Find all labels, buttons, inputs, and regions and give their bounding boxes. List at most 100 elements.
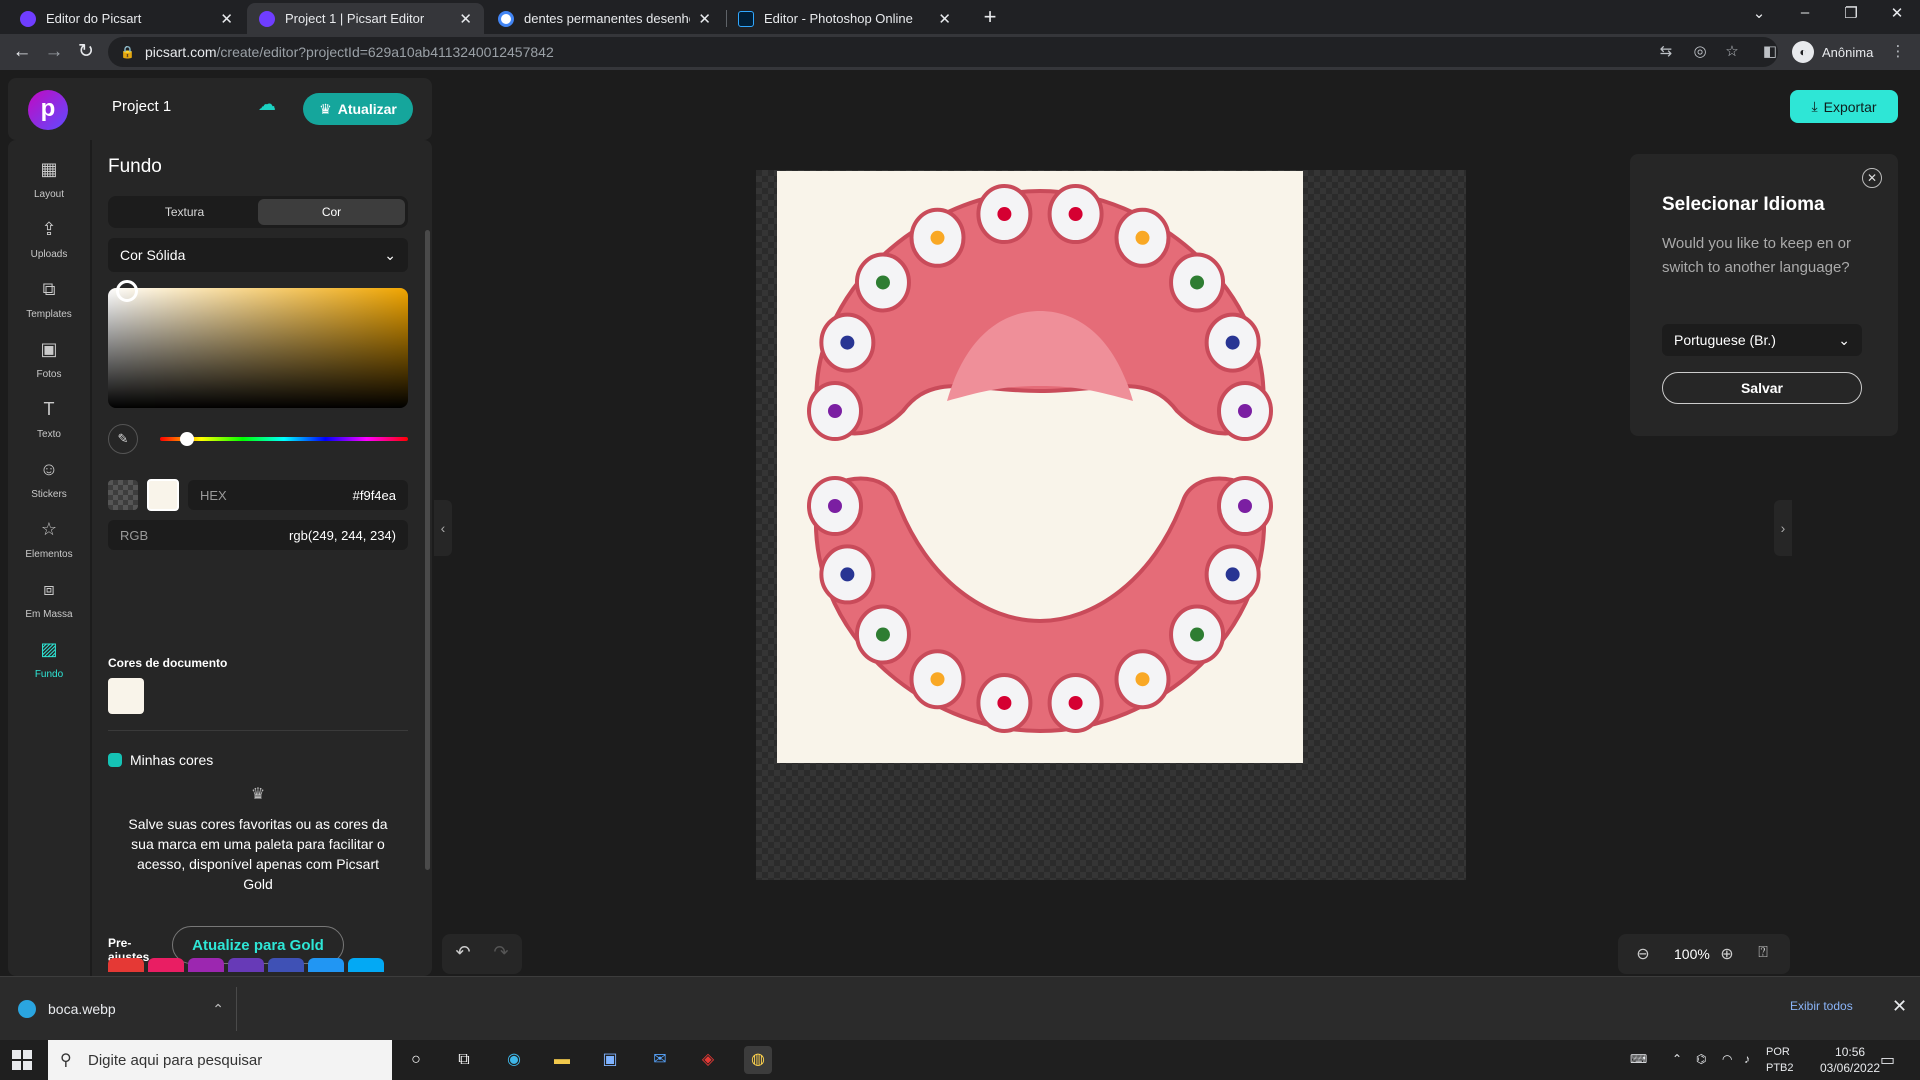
rgb-value[interactable]: rgb(249, 244, 234) bbox=[289, 528, 396, 543]
reload-icon[interactable]: ↻ bbox=[74, 41, 98, 65]
transparent-swatch[interactable] bbox=[108, 480, 138, 510]
tab-texture[interactable]: Textura bbox=[111, 199, 258, 225]
collapse-panel-button[interactable]: ‹ bbox=[434, 500, 452, 556]
show-all-downloads-link[interactable]: Exibir todos bbox=[1790, 999, 1853, 1013]
hex-value[interactable]: #f9f4ea bbox=[353, 488, 396, 503]
windows-start-icon[interactable] bbox=[12, 1050, 32, 1070]
task-view-icon[interactable]: ⧉ bbox=[450, 1046, 478, 1074]
zoom-level[interactable]: 100% bbox=[1674, 946, 1710, 962]
close-tab-icon[interactable]: ✕ bbox=[698, 10, 711, 28]
preset-color-swatch[interactable] bbox=[228, 958, 264, 972]
sidebar-item-text[interactable]: T Texto bbox=[8, 392, 90, 448]
sidebar-item-layout[interactable]: ▦ Layout bbox=[8, 152, 90, 208]
volume-icon[interactable]: ♪ bbox=[1744, 1052, 1750, 1066]
picsart-logo[interactable]: p bbox=[28, 90, 68, 130]
cloud-saved-icon: ☁ bbox=[258, 94, 276, 114]
sidebar-item-uploads[interactable]: ⇪ Uploads bbox=[8, 212, 90, 268]
taskbar-clock[interactable]: 10:56 03/06/2022 bbox=[1820, 1044, 1880, 1076]
cortana-icon[interactable]: ○ bbox=[402, 1046, 430, 1074]
tray-chevron-icon[interactable]: ⌃ bbox=[1672, 1052, 1682, 1066]
artboard[interactable] bbox=[777, 171, 1303, 763]
keyboard-icon[interactable]: ⌨ bbox=[1630, 1052, 1647, 1066]
zoom-out-icon[interactable]: ⊖ bbox=[1632, 944, 1654, 966]
address-bar[interactable]: 🔒 picsart.com/create/editor?projectId=62… bbox=[108, 37, 1778, 67]
hue-slider[interactable] bbox=[160, 432, 408, 446]
url-path: /create/editor?projectId=629a10ab4113240… bbox=[216, 44, 554, 60]
undo-icon[interactable]: ↶ bbox=[448, 942, 478, 966]
picsart-editor: p Project 1 ☁ ♛ Atualizar ⤓ Exportar ▦ L… bbox=[0, 70, 1920, 976]
browser-tab[interactable]: Editor do Picsart ✕ bbox=[8, 3, 245, 34]
panel-scrollbar[interactable] bbox=[425, 230, 430, 870]
language-save-button[interactable]: Salvar bbox=[1662, 372, 1862, 404]
translate-icon[interactable]: ⇆ bbox=[1656, 42, 1676, 62]
language-select[interactable]: Portuguese (Br.) ⌄ bbox=[1662, 324, 1862, 356]
store-icon[interactable]: ▣ bbox=[596, 1046, 624, 1074]
current-color-swatch[interactable] bbox=[147, 479, 179, 511]
download-item[interactable]: boca.webp ⌃ bbox=[12, 991, 236, 1027]
tab-color[interactable]: Cor bbox=[258, 199, 405, 225]
sidebar-item-label: Em Massa bbox=[25, 609, 73, 620]
fill-type-dropdown[interactable]: Cor Sólida ⌄ bbox=[108, 238, 408, 272]
profile-button[interactable]: ◐ Anônima bbox=[1792, 41, 1873, 63]
eyedropper-icon[interactable]: ✎ bbox=[108, 424, 138, 454]
new-tab-button[interactable]: + bbox=[978, 6, 1002, 30]
preset-color-swatch[interactable] bbox=[268, 958, 304, 972]
browser-tab[interactable]: Editor - Photoshop Online ✕ bbox=[726, 3, 963, 34]
zoom-in-icon[interactable]: ⊕ bbox=[1716, 944, 1738, 966]
project-name[interactable]: Project 1 bbox=[112, 98, 171, 115]
taskbar-search[interactable]: ⚲ Digite aqui para pesquisar bbox=[48, 1040, 392, 1080]
restore-button[interactable]: ❐ bbox=[1836, 4, 1866, 28]
hue-slider-handle[interactable] bbox=[180, 432, 194, 446]
edge-icon[interactable]: ◉ bbox=[500, 1046, 528, 1074]
notifications-icon[interactable]: ▭ bbox=[1880, 1050, 1895, 1070]
hex-field[interactable]: HEX #f9f4ea bbox=[188, 480, 408, 510]
network-icon[interactable]: ⌬ bbox=[1696, 1052, 1706, 1066]
export-button[interactable]: ⤓ Exportar bbox=[1790, 90, 1898, 123]
preset-color-swatch[interactable] bbox=[348, 958, 384, 972]
chrome-icon[interactable]: ◍ bbox=[744, 1046, 772, 1074]
help-icon[interactable]: ⍰ bbox=[1752, 944, 1774, 966]
color-picker-handle[interactable] bbox=[116, 280, 138, 302]
preset-color-swatch[interactable] bbox=[188, 958, 224, 972]
eye-off-icon[interactable]: ◎ bbox=[1690, 42, 1710, 62]
sidebar-item-batch[interactable]: ⧈ Em Massa bbox=[8, 572, 90, 628]
close-icon[interactable]: ✕ bbox=[1862, 168, 1882, 188]
my-colors-header[interactable]: Minhas cores bbox=[108, 752, 213, 768]
dental-arch-illustration[interactable] bbox=[777, 171, 1303, 763]
preset-color-swatch[interactable] bbox=[108, 958, 144, 972]
bookmark-star-icon[interactable]: ☆ bbox=[1722, 42, 1742, 62]
browser-tab[interactable]: dentes permanentes desenho pr… ✕ bbox=[486, 3, 723, 34]
document-color-swatch[interactable] bbox=[108, 678, 144, 714]
file-explorer-icon[interactable]: ▬ bbox=[548, 1046, 576, 1074]
preset-color-swatch[interactable] bbox=[148, 958, 184, 972]
side-panel-icon[interactable]: ◧ bbox=[1760, 42, 1780, 62]
upgrade-button[interactable]: ♛ Atualizar bbox=[303, 93, 413, 125]
rgb-field[interactable]: RGB rgb(249, 244, 234) bbox=[108, 520, 408, 550]
close-tab-icon[interactable]: ✕ bbox=[459, 10, 472, 28]
saturation-value-picker[interactable] bbox=[108, 280, 408, 408]
sidebar-item-background[interactable]: ▨ Fundo bbox=[8, 632, 90, 688]
browser-tab-active[interactable]: Project 1 | Picsart Editor ✕ bbox=[247, 3, 484, 34]
forward-icon[interactable]: → bbox=[42, 41, 66, 65]
canvas-area[interactable] bbox=[756, 170, 1466, 880]
expand-right-panel-button[interactable]: › bbox=[1774, 500, 1792, 556]
sidebar-item-templates[interactable]: ⧉ Templates bbox=[8, 272, 90, 328]
minimize-button[interactable]: – bbox=[1790, 4, 1820, 28]
sidebar-item-elements[interactable]: ☆ Elementos bbox=[8, 512, 90, 568]
close-tab-icon[interactable]: ✕ bbox=[938, 10, 951, 28]
close-window-button[interactable]: ✕ bbox=[1882, 4, 1912, 28]
back-icon[interactable]: ← bbox=[10, 41, 34, 65]
input-language[interactable]: POR PTB2 bbox=[1766, 1044, 1794, 1076]
sidebar-item-photos[interactable]: ▣ Fotos bbox=[8, 332, 90, 388]
close-downloads-icon[interactable]: ✕ bbox=[1892, 996, 1907, 1017]
app-icon[interactable]: ◈ bbox=[694, 1046, 722, 1074]
redo-icon[interactable]: ↷ bbox=[486, 942, 516, 966]
mail-icon[interactable]: ✉ bbox=[646, 1046, 674, 1074]
preset-color-swatch[interactable] bbox=[308, 958, 344, 972]
chevron-up-icon[interactable]: ⌃ bbox=[212, 1001, 224, 1018]
wifi-icon[interactable]: ◠ bbox=[1722, 1052, 1732, 1066]
close-tab-icon[interactable]: ✕ bbox=[220, 10, 233, 28]
tab-search-icon[interactable]: ⌄ bbox=[1744, 4, 1774, 28]
sidebar-item-stickers[interactable]: ☺ Stickers bbox=[8, 452, 90, 508]
menu-dots-icon[interactable]: ⋮ bbox=[1888, 42, 1908, 62]
